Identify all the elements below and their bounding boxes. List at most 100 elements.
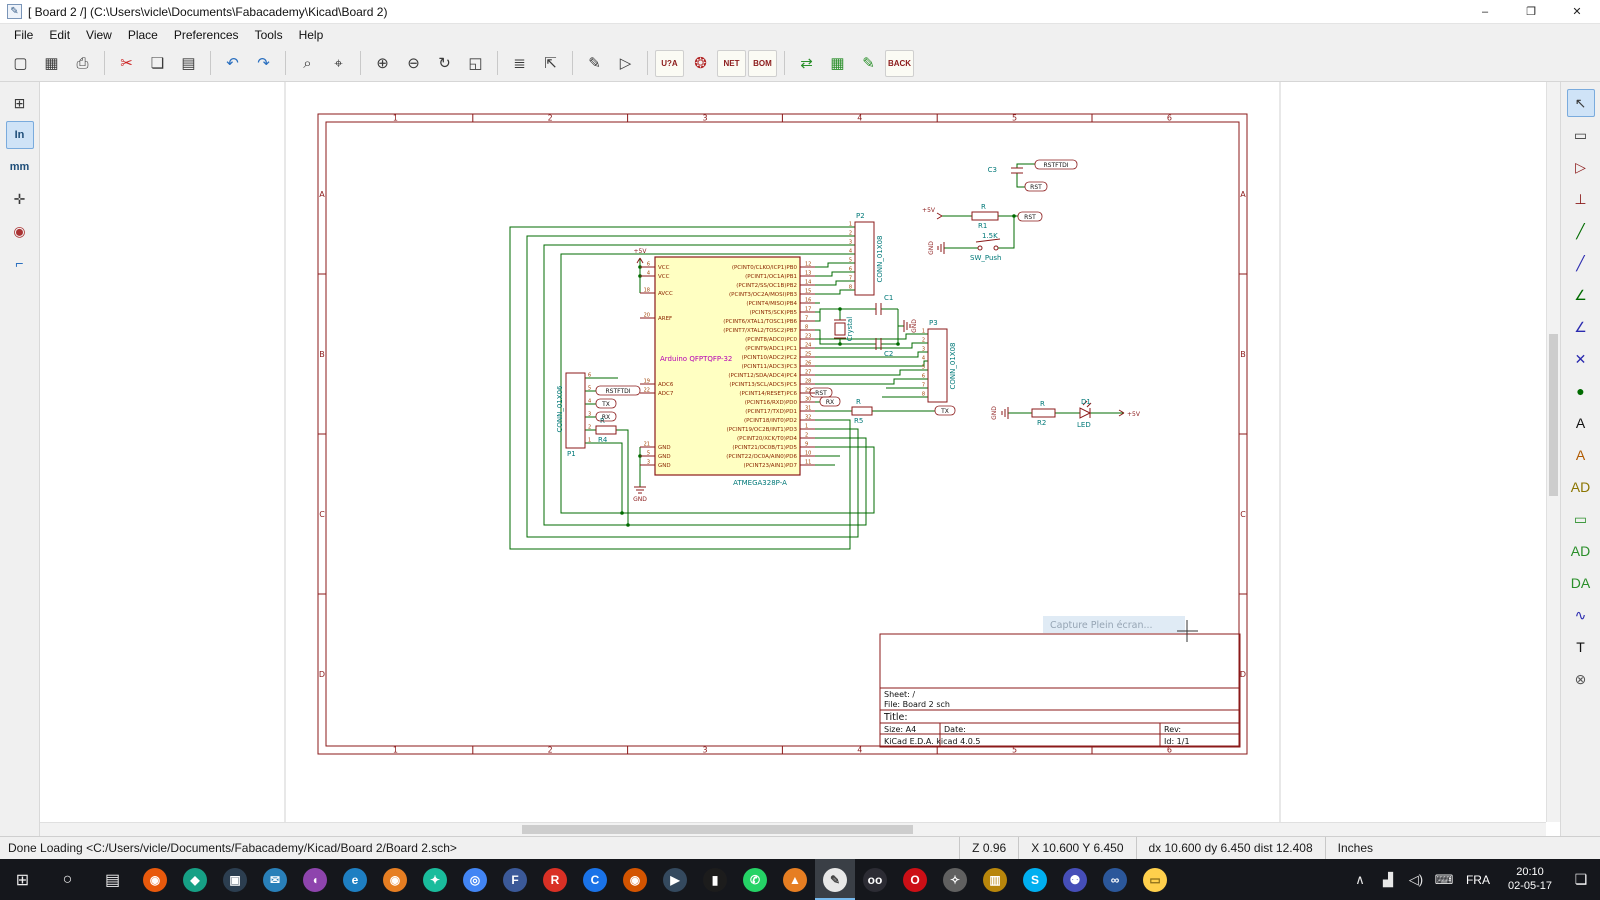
tray-expand[interactable]: ∧ <box>1346 859 1374 900</box>
taskbar-clock[interactable]: 20:10 02-05-17 <box>1498 859 1562 900</box>
menu-tools[interactable]: Tools <box>247 26 291 44</box>
hv-wires-button[interactable]: ⌐ <box>6 249 34 277</box>
cursor-shape-button[interactable]: ✛ <box>6 185 34 213</box>
page-settings-button[interactable]: ▦ <box>37 50 66 77</box>
hierarchy-navigator-button[interactable]: ≣ <box>505 50 534 77</box>
menu-file[interactable]: File <box>6 26 41 44</box>
place-wire-button[interactable]: ╱ <box>1567 217 1595 245</box>
taskbar-app-spark[interactable]: ✦ <box>415 859 455 900</box>
zoom-fit-button[interactable]: ◱ <box>461 50 490 77</box>
units-mm-button[interactable]: mm <box>6 153 34 181</box>
horizontal-scrollbar[interactable] <box>40 822 1546 836</box>
undo-button[interactable]: ↶ <box>218 50 247 77</box>
delete-item-button[interactable]: ⊗ <box>1567 665 1595 693</box>
vertical-scrollbar[interactable] <box>1546 82 1560 822</box>
close-button[interactable]: ✕ <box>1554 0 1600 23</box>
taskbar-app-firefox-dev[interactable]: ◉ <box>375 859 415 900</box>
taskbar-app-edge[interactable]: e <box>335 859 375 900</box>
taskbar-app-browser[interactable]: ◉ <box>615 859 655 900</box>
library-editor-button[interactable]: ✎ <box>580 50 609 77</box>
taskbar-app-archive[interactable]: ▥ <box>975 859 1015 900</box>
units-inches-button[interactable]: In <box>6 121 34 149</box>
hierarchical-label-button[interactable]: AD <box>1567 473 1595 501</box>
maximize-button[interactable]: ❐ <box>1508 0 1554 23</box>
taskbar-app-firefox[interactable]: ◉ <box>135 859 175 900</box>
find-button[interactable]: ⌕ <box>293 50 322 77</box>
new-schematic-button[interactable]: ▢ <box>6 50 35 77</box>
place-power-port-button[interactable]: ⊥ <box>1567 185 1595 213</box>
tray-network[interactable]: ▟ <box>1374 859 1402 900</box>
taskbar-app-opera[interactable]: O <box>895 859 935 900</box>
run-pcbnew-button[interactable]: ▦ <box>823 50 852 77</box>
taskbar-app-whatsapp[interactable]: ✆ <box>735 859 775 900</box>
highlight-block-button[interactable]: ▭ <box>1567 121 1595 149</box>
zoom-in-button[interactable]: ⊕ <box>368 50 397 77</box>
schematic-canvas[interactable]: 112233445566AABBCCDD <box>40 82 1546 822</box>
language-indicator[interactable]: FRA <box>1458 859 1498 900</box>
library-browser-button[interactable]: ▷ <box>611 50 640 77</box>
taskbar-app-facebook[interactable]: F <box>495 859 535 900</box>
place-sheet-button[interactable]: ▭ <box>1567 505 1595 533</box>
toggle-grid-button[interactable]: ⊞ <box>6 89 34 117</box>
taskbar-app-terminal[interactable]: ▮ <box>695 859 735 900</box>
menu-help[interactable]: Help <box>291 26 332 44</box>
import-sheet-pin-button[interactable]: AD <box>1567 537 1595 565</box>
tray-volume[interactable]: ◁) <box>1402 859 1430 900</box>
no-connect-button[interactable]: ✕ <box>1567 345 1595 373</box>
net-label-button[interactable]: A <box>1567 409 1595 437</box>
annotate-schematic-button[interactable]: U?A <box>655 50 684 77</box>
taskbar-app-store[interactable]: ◆ <box>175 859 215 900</box>
zoom-redraw-button[interactable]: ↻ <box>430 50 459 77</box>
menu-preferences[interactable]: Preferences <box>166 26 247 44</box>
graphic-line-button[interactable]: ∿ <box>1567 601 1595 629</box>
global-label-button[interactable]: A <box>1567 441 1595 469</box>
taskbar-app-kicad-eeschema[interactable]: ✎ <box>815 859 855 900</box>
footprint-editor-button[interactable]: ✎ <box>854 50 883 77</box>
vertical-scrollbar-thumb[interactable] <box>1549 334 1558 497</box>
find-replace-button[interactable]: ⌖ <box>324 50 353 77</box>
cut-button[interactable]: ✂ <box>112 50 141 77</box>
place-sheet-pin-button[interactable]: DA <box>1567 569 1595 597</box>
copy-button[interactable]: ❏ <box>143 50 172 77</box>
junction-button[interactable]: ● <box>1567 377 1595 405</box>
place-bus-button[interactable]: ╱ <box>1567 249 1595 277</box>
bom-button[interactable]: BOM <box>748 50 777 77</box>
taskbar-app-file-explorer[interactable]: ▭ <box>1135 859 1175 900</box>
taskbar-app-flickr[interactable]: oo <box>855 859 895 900</box>
menu-edit[interactable]: Edit <box>41 26 78 44</box>
taskbar-app-photos[interactable]: ▣ <box>215 859 255 900</box>
taskbar-app-settings[interactable]: ✧ <box>935 859 975 900</box>
start-button[interactable]: ⊞ <box>0 859 45 900</box>
netlist-button[interactable]: NET <box>717 50 746 77</box>
taskbar-app-teams[interactable]: ⚉ <box>1055 859 1095 900</box>
horizontal-scrollbar-thumb[interactable] <box>522 825 914 834</box>
bus-to-bus-entry-button[interactable]: ∠ <box>1567 313 1595 341</box>
menu-view[interactable]: View <box>78 26 120 44</box>
paste-button[interactable]: ▤ <box>174 50 203 77</box>
minimize-button[interactable]: – <box>1462 0 1508 23</box>
taskbar-app-media[interactable]: ▶ <box>655 859 695 900</box>
taskbar-app-vlc[interactable]: ▲ <box>775 859 815 900</box>
tray-keyboard[interactable]: ⌨ <box>1430 859 1458 900</box>
taskbar-app-discord[interactable]: ◖ <box>295 859 335 900</box>
zoom-out-button[interactable]: ⊖ <box>399 50 428 77</box>
notifications-button[interactable]: ❏ <box>1562 859 1600 900</box>
taskbar-app-chrome[interactable]: ◎ <box>455 859 495 900</box>
erc-check-button[interactable]: ❂ <box>686 50 715 77</box>
print-button[interactable]: ⎙ <box>68 50 97 77</box>
select-cursor-button[interactable]: ↖ <box>1567 89 1595 117</box>
task-view-button[interactable]: ▤ <box>90 859 135 900</box>
place-component-button[interactable]: ▷ <box>1567 153 1595 181</box>
taskbar-app-groove[interactable]: ∞ <box>1095 859 1135 900</box>
back-annotate-button[interactable]: BACK <box>885 50 914 77</box>
taskbar-app-skype[interactable]: S <box>1015 859 1055 900</box>
taskbar-app-mail[interactable]: ✉ <box>255 859 295 900</box>
assign-footprints-button[interactable]: ⇄ <box>792 50 821 77</box>
wire-to-bus-entry-button[interactable]: ∠ <box>1567 281 1595 309</box>
taskbar-app-reader[interactable]: R <box>535 859 575 900</box>
leave-sheet-button[interactable]: ⇱ <box>536 50 565 77</box>
redo-button[interactable]: ↷ <box>249 50 278 77</box>
place-text-button[interactable]: T <box>1567 633 1595 661</box>
menu-place[interactable]: Place <box>120 26 166 44</box>
search-button[interactable]: ○ <box>45 859 90 900</box>
